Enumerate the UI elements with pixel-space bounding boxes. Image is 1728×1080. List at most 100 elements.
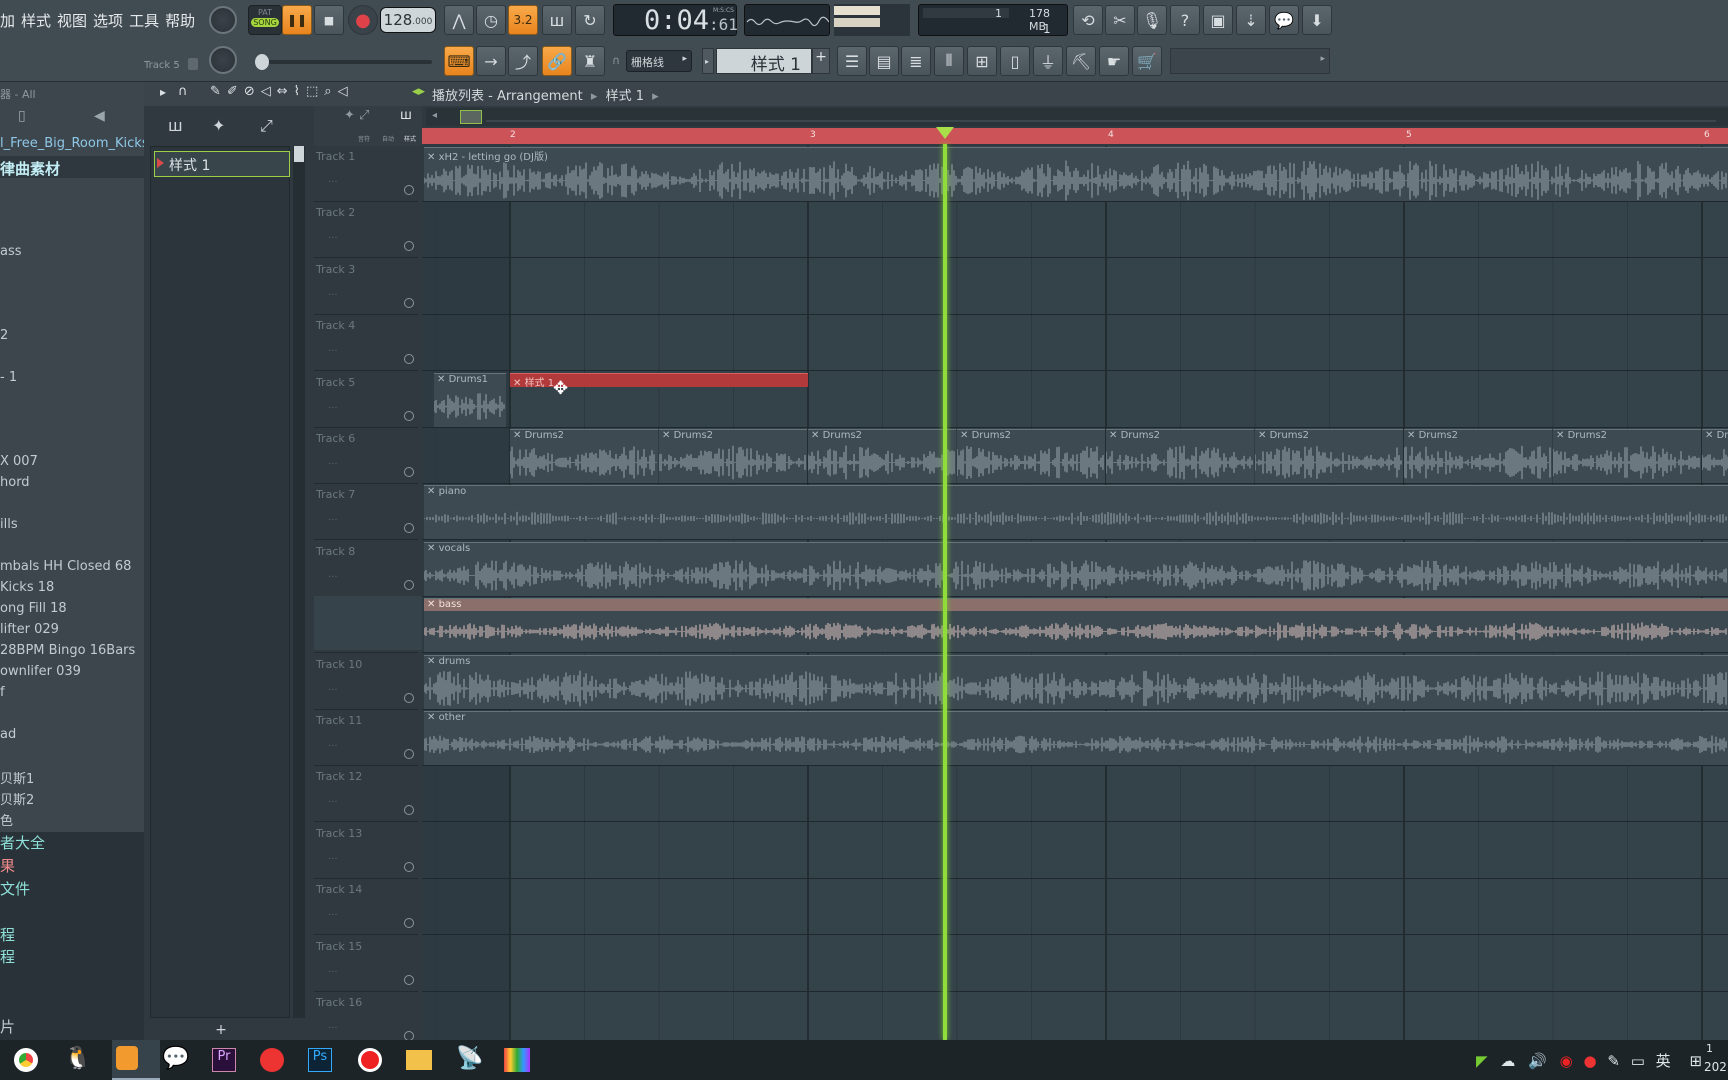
track-lane[interactable] [422, 315, 1728, 371]
netease-music-icon[interactable] [260, 1048, 284, 1072]
clip-menu-icon[interactable]: ✕ [427, 712, 439, 723]
browser-item[interactable]: l_Free_Big_Room_Kicks [0, 136, 149, 151]
menu-item[interactable]: 工具 [129, 12, 159, 30]
track-enable-icon[interactable] [404, 749, 414, 759]
clip-menu-icon[interactable]: ✕ [427, 656, 439, 667]
timeline-ruler[interactable]: 2 3 4 5 6 [422, 128, 1728, 144]
network-icon[interactable]: ☁ [1500, 1052, 1515, 1070]
browser-item[interactable]: ills [0, 517, 18, 532]
nvidia-icon[interactable]: ◤ [1476, 1052, 1488, 1070]
wechat-icon[interactable]: 💬 [162, 1046, 189, 1071]
track-header[interactable]: Track 14... [314, 879, 418, 935]
master-pitch-slider-handle[interactable] [255, 54, 269, 70]
audio-clip[interactable]: ✕ vocals [424, 542, 1728, 596]
browser-item[interactable]: 贝斯1 [0, 768, 34, 787]
browser-item[interactable]: hord [0, 475, 30, 490]
playlist-button[interactable]: ⊞ [967, 46, 997, 76]
pattern-prev-button[interactable]: ▸ [702, 48, 714, 74]
pattern-add-button[interactable]: + [812, 48, 830, 74]
loop-record-button[interactable]: ↻ [575, 5, 605, 35]
file-explorer-icon[interactable] [406, 1050, 432, 1070]
menu-item[interactable]: 选项 [93, 12, 123, 30]
clip-menu-icon[interactable]: ✕ [1109, 430, 1121, 441]
browser-item[interactable]: ong Fill 18 [0, 601, 67, 616]
track-header[interactable]: Track 4... [314, 315, 418, 371]
browser-item[interactable]: 程 [0, 924, 15, 945]
track-enable-icon[interactable] [404, 411, 414, 421]
track-enable-icon[interactable] [404, 241, 414, 251]
clip-menu-icon[interactable]: ✕ [427, 486, 439, 497]
cut-button[interactable]: ✂ [1105, 5, 1135, 35]
track-enable-icon[interactable] [404, 185, 414, 195]
download-button[interactable]: ⬇ [1302, 5, 1332, 35]
netease-tray-icon[interactable]: ● [1583, 1052, 1596, 1070]
menu-item[interactable]: 视图 [57, 12, 87, 30]
track-enable-icon[interactable] [404, 580, 414, 590]
brush-icon[interactable]: ✐ [227, 84, 244, 99]
clip-menu-icon[interactable]: ✕ [427, 599, 439, 610]
pattern-selector[interactable]: 样式 1 [716, 48, 812, 75]
channel-rack-button[interactable]: ☰ [837, 46, 867, 76]
news-panel[interactable]: ▸ [1170, 48, 1330, 74]
slip-icon[interactable]: ⇔ [277, 84, 294, 99]
slide-button[interactable]: ⤴ [508, 46, 538, 76]
browser-item[interactable]: ownlifer 039 [0, 664, 81, 679]
track-lane[interactable] [422, 936, 1728, 992]
track-header[interactable]: Track 15... [314, 936, 418, 992]
shop-button[interactable]: 🛒 [1132, 46, 1162, 76]
volume-icon[interactable]: 🔊 [1528, 1052, 1547, 1070]
mute-icon[interactable]: ◁ [261, 84, 277, 99]
time-display[interactable]: 0:04:61 M:S:CS [613, 4, 738, 36]
track-lane[interactable] [422, 766, 1728, 822]
track-enable-icon[interactable] [404, 805, 414, 815]
browser-item[interactable]: 律曲素材 [0, 158, 60, 179]
track-enable-icon[interactable] [404, 523, 414, 533]
wait-input-button[interactable]: ◷ [476, 5, 506, 35]
pen-tray-icon[interactable]: ✎ [1607, 1052, 1620, 1070]
recorder-icon[interactable] [358, 1048, 382, 1072]
countdown-button[interactable]: 3.2 [508, 5, 538, 35]
track-enable-icon[interactable] [404, 467, 414, 477]
browser-item[interactable]: X 007 [0, 454, 38, 469]
metronome-button[interactable]: ⋀ [444, 5, 474, 35]
browser-item[interactable]: lifter 029 [0, 622, 59, 637]
record-tray-icon[interactable]: ◉ [1560, 1052, 1573, 1070]
browser-item[interactable]: mbals HH Closed 68 [0, 559, 131, 574]
browser-item[interactable]: 色 [0, 810, 13, 829]
export-button[interactable]: ⇣ [1236, 5, 1266, 35]
track-header[interactable]: Track 5... [314, 372, 418, 428]
clip-menu-icon[interactable]: ✕ [427, 543, 439, 554]
clip-menu-icon[interactable]: ✕ [1258, 430, 1270, 441]
track-enable-icon[interactable] [404, 918, 414, 928]
delete-icon[interactable]: ⊘ [244, 84, 261, 99]
display-icon[interactable]: ▭ [1631, 1052, 1645, 1070]
master-pitch-knob[interactable] [209, 46, 237, 74]
audio-clip[interactable]: ✕ drums [424, 655, 1728, 709]
chrome-icon[interactable] [14, 1048, 38, 1072]
track-enable-icon[interactable] [404, 862, 414, 872]
playhead[interactable] [943, 144, 947, 1040]
track-lane[interactable] [422, 259, 1728, 315]
playhead-marker-icon[interactable] [936, 127, 954, 139]
picker-notes-icon[interactable]: ш [168, 116, 183, 135]
pat-song-toggle[interactable]: PAT SONG [248, 5, 282, 35]
pattern-picker-item[interactable]: 样式 1 [154, 151, 290, 177]
chat-button[interactable]: 💬 [1269, 5, 1299, 35]
clock-time[interactable]: 1 [1706, 1042, 1713, 1055]
keyboard-icon[interactable]: ш [400, 108, 412, 123]
clip-menu-icon[interactable]: ✕ [513, 378, 525, 387]
clip-menu-icon[interactable]: ✕ [1407, 430, 1419, 441]
help-button[interactable]: ? [1170, 5, 1200, 35]
premiere-icon[interactable]: Pr [212, 1048, 236, 1072]
master-pitch-slider[interactable] [256, 60, 432, 64]
learn-button[interactable]: ☛ [1099, 46, 1129, 76]
audio-clip[interactable]: ✕ Drums2 [1255, 429, 1403, 483]
audio-clip[interactable]: ✕ bass [424, 598, 1728, 652]
mixer-button[interactable]: ⫴ [934, 46, 964, 76]
menu-item[interactable]: 加 [0, 12, 15, 30]
tools-button[interactable]: ⛏ [1066, 46, 1096, 76]
zoom-icon[interactable]: ⌕ [324, 84, 337, 99]
track-enable-icon[interactable] [404, 693, 414, 703]
audio-clip[interactable]: ✕ Drums2 [510, 429, 658, 483]
menu-item[interactable]: 帮助 [165, 12, 195, 30]
